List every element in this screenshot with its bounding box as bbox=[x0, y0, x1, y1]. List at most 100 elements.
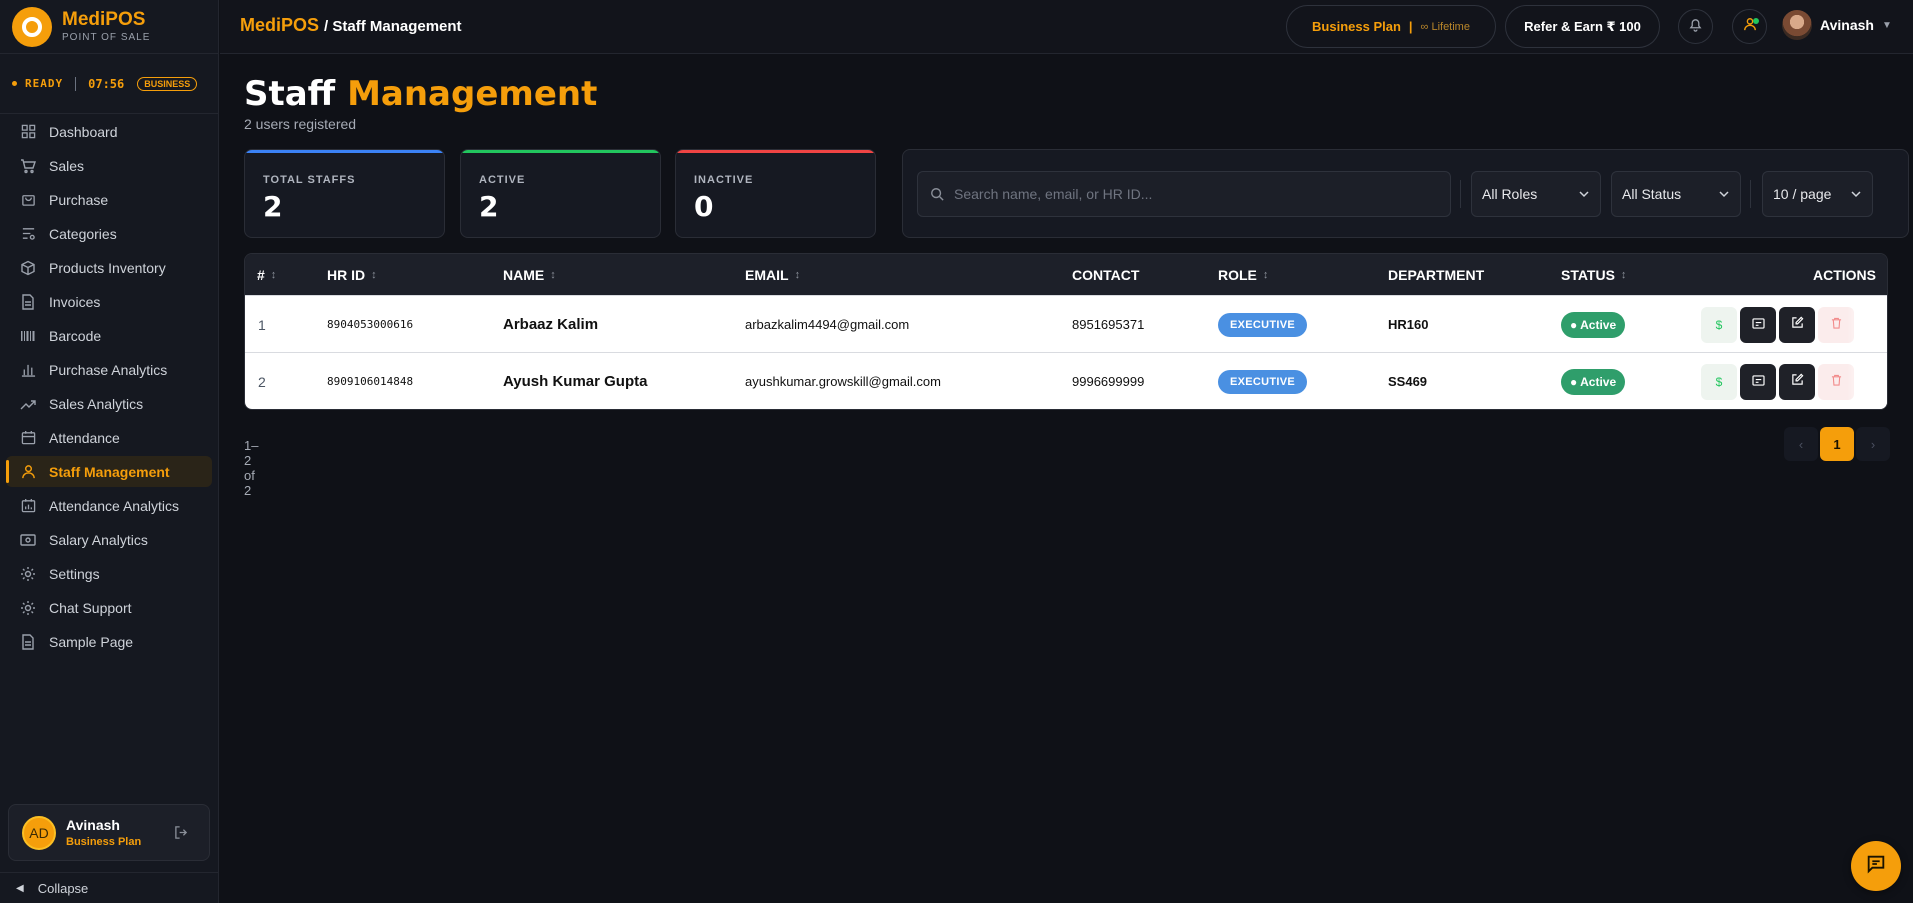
chat-bubble-icon bbox=[1865, 853, 1887, 880]
prev-page-button[interactable]: ‹ bbox=[1784, 427, 1818, 461]
sidebar-item-attendance-analytics[interactable]: Attendance Analytics bbox=[6, 490, 212, 521]
sidebar-item-label: Purchase Analytics bbox=[49, 361, 168, 378]
column-header-contact: CONTACT bbox=[1072, 267, 1139, 283]
table-row[interactable]: 1 8904053000616 Arbaaz Kalim arbazkalim4… bbox=[245, 295, 1887, 353]
view-id-card-button[interactable] bbox=[1740, 307, 1776, 343]
status-dot-icon bbox=[12, 81, 17, 86]
sidebar-item-purchase[interactable]: Purchase bbox=[6, 184, 212, 215]
notifications-button[interactable] bbox=[1678, 9, 1713, 44]
sidebar-item-sales-analytics[interactable]: Sales Analytics bbox=[6, 388, 212, 419]
plan-label: Business Plan bbox=[1312, 19, 1401, 34]
sidebar-item-staff-management[interactable]: Staff Management bbox=[6, 456, 212, 487]
edit-button[interactable] bbox=[1779, 364, 1815, 400]
role-select[interactable]: All Roles bbox=[1471, 171, 1601, 217]
sort-icon: ↕ bbox=[1620, 269, 1627, 281]
status-row: READY 07:56 BUSINESS bbox=[0, 54, 218, 114]
page-title: Staff Management bbox=[244, 74, 597, 114]
status-select[interactable]: All Status bbox=[1611, 171, 1741, 217]
logout-icon[interactable] bbox=[174, 825, 189, 845]
user-name: Avinash bbox=[1820, 17, 1874, 33]
sort-icon: ↕ bbox=[371, 269, 377, 281]
sidebar-item-chat-support[interactable]: Chat Support bbox=[6, 592, 212, 623]
plan-term: ∞ Lifetime bbox=[1420, 20, 1470, 33]
sidebar-item-invoices[interactable]: Invoices bbox=[6, 286, 212, 317]
avatar: AD bbox=[22, 815, 56, 850]
view-id-card-button[interactable] bbox=[1740, 364, 1776, 400]
stat-label: ACTIVE bbox=[479, 174, 526, 186]
gear-icon bbox=[20, 566, 36, 582]
column-header-label: ACTIONS bbox=[1813, 267, 1876, 283]
dollar-icon: $ bbox=[1715, 375, 1723, 389]
next-page-button[interactable]: › bbox=[1856, 427, 1890, 461]
status-time: 07:56 bbox=[88, 76, 125, 91]
sidebar-item-sales[interactable]: Sales bbox=[6, 150, 212, 181]
staff-table: # ↕ HR ID ↕ NAME ↕ EMAIL ↕ CONTACT ROLE ↕ DEP… bbox=[244, 253, 1888, 410]
banknote-icon bbox=[20, 532, 36, 548]
search-box bbox=[917, 171, 1451, 217]
column-header-role[interactable]: ROLE ↕ bbox=[1218, 267, 1268, 283]
chevron-down-icon bbox=[1718, 187, 1730, 203]
user-icon bbox=[20, 464, 36, 480]
page-size-select[interactable]: 10 / page bbox=[1762, 171, 1873, 217]
user-menu[interactable]: Avinash ▼ bbox=[1782, 10, 1892, 40]
column-header-num[interactable]: # ↕ bbox=[257, 267, 276, 283]
page-button-current[interactable]: 1 bbox=[1820, 427, 1854, 461]
column-header-hr-id[interactable]: HR ID ↕ bbox=[327, 267, 377, 283]
sidebar-item-sample-page[interactable]: Sample Page bbox=[6, 626, 212, 657]
sidebar-item-attendance[interactable]: Attendance bbox=[6, 422, 212, 453]
column-header-actions: ACTIONS bbox=[1813, 267, 1876, 283]
sidebar-item-salary-analytics[interactable]: Salary Analytics bbox=[6, 524, 212, 555]
sidebar-item-products-inventory[interactable]: Products Inventory bbox=[6, 252, 212, 283]
search-input[interactable] bbox=[954, 186, 1434, 202]
sidebar-item-barcode[interactable]: Barcode bbox=[6, 320, 212, 351]
edit-icon bbox=[1791, 316, 1804, 334]
cell-num: 1 bbox=[258, 316, 266, 333]
role-badge: EXECUTIVE bbox=[1218, 312, 1308, 337]
stat-card-total: TOTAL STAFFS 2 bbox=[244, 149, 445, 238]
plan-pill[interactable]: Business Plan | ∞ Lifetime bbox=[1286, 5, 1496, 48]
column-header-name[interactable]: NAME ↕ bbox=[503, 267, 556, 283]
sidebar-item-categories[interactable]: Categories bbox=[6, 218, 212, 249]
stat-value: 2 bbox=[479, 190, 499, 223]
chat-support-button[interactable] bbox=[1851, 841, 1901, 891]
sidebar-item-dashboard[interactable]: Dashboard bbox=[6, 116, 212, 147]
column-header-status[interactable]: STATUS ↕ bbox=[1561, 267, 1626, 283]
sidebar-item-label: Sample Page bbox=[49, 633, 134, 650]
sidebar-item-label: Invoices bbox=[49, 293, 101, 310]
sidebar-item-label: Categories bbox=[49, 225, 117, 242]
plan-separator: | bbox=[1408, 19, 1413, 34]
pay-salary-button[interactable]: $ bbox=[1701, 307, 1737, 343]
filter-list-icon bbox=[20, 226, 36, 242]
collapse-button[interactable]: ◀ Collapse bbox=[0, 872, 219, 903]
medipos-logo-icon bbox=[12, 6, 52, 47]
brand-subtitle: POINT OF SALE bbox=[62, 32, 151, 43]
sort-icon: ↕ bbox=[270, 269, 277, 281]
table-row[interactable]: 2 8909106014848 Ayush Kumar Gupta ayushk… bbox=[245, 352, 1887, 409]
status-select-value: All Status bbox=[1622, 186, 1682, 202]
edit-icon bbox=[1791, 373, 1804, 391]
trash-icon bbox=[1831, 373, 1842, 391]
file-icon bbox=[20, 633, 36, 650]
cell-hr-id: 8909106014848 bbox=[327, 375, 414, 388]
sidebar-item-purchase-analytics[interactable]: Purchase Analytics bbox=[6, 354, 212, 385]
cell-name: Arbaaz Kalim bbox=[503, 316, 599, 333]
cell-department: SS469 bbox=[1388, 374, 1428, 389]
pagination-summary: 1–2 of 2 bbox=[244, 438, 259, 498]
sidebar-item-label: Dashboard bbox=[49, 123, 118, 140]
id-card-icon bbox=[1751, 373, 1765, 391]
edit-button[interactable] bbox=[1779, 307, 1815, 343]
refer-earn-button[interactable]: Refer & Earn ₹ 100 bbox=[1505, 5, 1660, 48]
status-state: READY bbox=[25, 77, 64, 90]
brand[interactable]: MediPOS POINT OF SALE bbox=[0, 0, 218, 54]
plan-badge: BUSINESS bbox=[137, 76, 198, 91]
column-header-email[interactable]: EMAIL ↕ bbox=[745, 267, 800, 283]
account-status-button[interactable] bbox=[1732, 9, 1767, 44]
breadcrumb-app[interactable]: MediPOS bbox=[240, 15, 319, 35]
sidebar-item-settings[interactable]: Settings bbox=[6, 558, 212, 589]
calendar-icon bbox=[20, 430, 36, 446]
pay-salary-button[interactable]: $ bbox=[1701, 364, 1737, 400]
stat-card-inactive: INACTIVE 0 bbox=[675, 149, 876, 238]
cell-department: HR160 bbox=[1388, 317, 1429, 332]
sidebar-item-label: Chat Support bbox=[49, 599, 132, 616]
divider bbox=[1460, 180, 1461, 208]
